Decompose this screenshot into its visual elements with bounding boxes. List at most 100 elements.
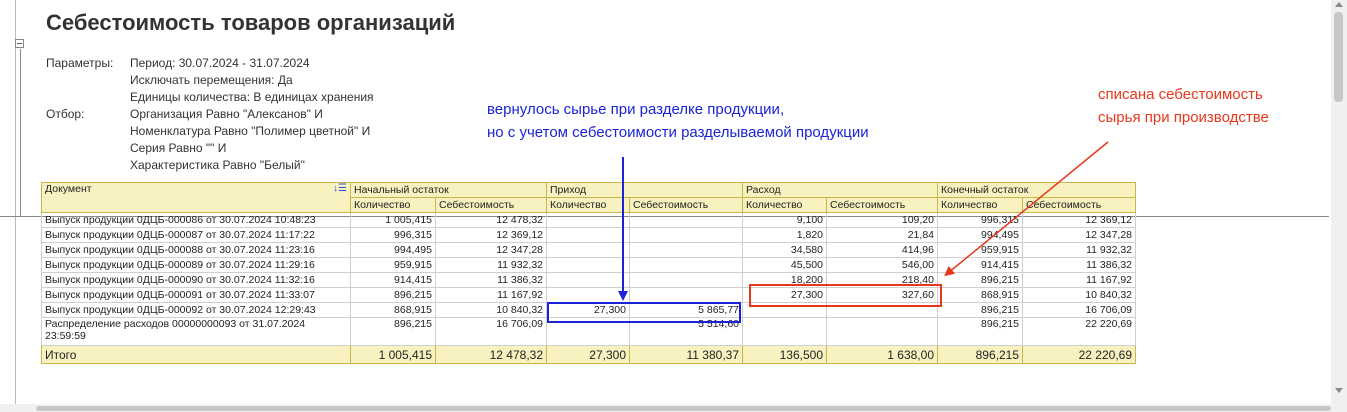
row-document[interactable]: Распределение расходов 00000000093 от 31… <box>41 317 351 346</box>
cell-open-qty: 1 005,415 <box>350 212 436 228</box>
row-document-line-1: Распределение расходов 00000000093 от 31… <box>45 318 306 331</box>
cell-open-qty: 896,215 <box>350 317 436 346</box>
horizontal-scroll-thumb[interactable] <box>36 406 1331 411</box>
filter-series: Серия Равно "" И <box>130 141 227 155</box>
subheader-cost: Себестоимость <box>629 197 743 213</box>
row-document[interactable]: Выпуск продукции 0ДЦБ-000086 от 30.07.20… <box>41 212 351 228</box>
subheader-cost: Себестоимость <box>435 197 547 213</box>
group-bracket-line <box>20 49 21 217</box>
subheader-cost: Себестоимость <box>826 197 938 213</box>
cell-open-cost: 12 347,28 <box>435 242 547 258</box>
cell-open-cost: 16 706,09 <box>435 317 547 346</box>
row-document[interactable]: Выпуск продукции 0ДЦБ-000088 от 30.07.20… <box>41 242 351 258</box>
cell-close-cost: 16 706,09 <box>1021 302 1137 318</box>
total-close-cost: 22 220,69 <box>1021 345 1137 364</box>
cell-close-cost: 11 932,32 <box>1021 242 1137 258</box>
row-document[interactable]: Выпуск продукции 0ДЦБ-000092 от 30.07.20… <box>41 302 351 318</box>
total-in-qty: 27,300 <box>546 345 630 364</box>
params-label: Параметры: <box>46 56 114 70</box>
total-label: Итого <box>41 345 351 364</box>
cell-close-cost: 11 167,92 <box>1021 272 1137 288</box>
cell-in-cost <box>629 212 743 228</box>
cell-out-cost <box>826 317 938 346</box>
total-close-qty: 896,215 <box>937 345 1023 364</box>
cell-close-qty: 996,315 <box>937 212 1023 228</box>
cell-open-qty: 959,915 <box>350 257 436 273</box>
row-document[interactable]: Выпуск продукции 0ДЦБ-000090 от 30.07.20… <box>41 272 351 288</box>
cell-close-qty: 994,495 <box>937 227 1023 243</box>
cell-open-qty: 996,315 <box>350 227 436 243</box>
cell-in-qty <box>546 227 630 243</box>
subheader-qty: Количество <box>350 197 436 213</box>
cell-out-cost: 546,00 <box>826 257 938 273</box>
annotation-blue: вернулось сырье при разделке продукции, … <box>487 98 869 144</box>
cell-in-qty <box>546 257 630 273</box>
cell-close-cost: 10 840,32 <box>1021 287 1137 303</box>
row-document[interactable]: Выпуск продукции 0ДЦБ-000087 от 30.07.20… <box>41 227 351 243</box>
filter-nomenclature: Номенклатура Равно "Полимер цветной" И <box>130 124 371 138</box>
table-row[interactable]: Выпуск продукции 0ДЦБ-000090 от 30.07.20… <box>41 272 1137 288</box>
cell-out-qty: 34,580 <box>742 242 827 258</box>
highlight-box-red <box>749 284 942 307</box>
cell-in-cost <box>629 257 743 273</box>
cell-close-qty: 896,215 <box>937 317 1023 346</box>
cell-close-qty: 868,915 <box>937 287 1023 303</box>
cell-open-cost: 11 386,32 <box>435 272 547 288</box>
cell-open-cost: 12 369,12 <box>435 227 547 243</box>
cell-in-cost <box>629 227 743 243</box>
cell-open-qty: 994,495 <box>350 242 436 258</box>
annotation-red-line-2: сырья при производстве <box>1098 109 1269 126</box>
sort-icon[interactable]: ↓☰ <box>333 184 347 195</box>
cell-close-qty: 896,215 <box>937 272 1023 288</box>
cell-in-qty <box>546 212 630 228</box>
cell-open-cost: 12 478,32 <box>435 212 547 228</box>
cell-open-qty: 896,215 <box>350 287 436 303</box>
header-document[interactable]: Документ ↓☰ <box>41 182 351 213</box>
params-values: Период: 30.07.2024 - 31.07.2024 Исключат… <box>130 55 374 174</box>
page-left-border <box>15 0 16 412</box>
total-open-qty: 1 005,415 <box>350 345 436 364</box>
cell-out-qty <box>742 317 827 346</box>
scroll-down-arrow-icon[interactable] <box>1335 388 1343 393</box>
table-row[interactable]: Выпуск продукции 0ДЦБ-000089 от 30.07.20… <box>41 257 1137 273</box>
cell-in-cost <box>629 272 743 288</box>
header-receipt: Приход <box>546 182 743 198</box>
row-document[interactable]: Выпуск продукции 0ДЦБ-000089 от 30.07.20… <box>41 257 351 273</box>
cell-in-cost <box>629 242 743 258</box>
cell-out-cost: 414,96 <box>826 242 938 258</box>
cell-out-cost: 21,84 <box>826 227 938 243</box>
vertical-scroll-thumb[interactable] <box>1334 12 1343 102</box>
total-open-cost: 12 478,32 <box>435 345 547 364</box>
collapse-group-toggle[interactable] <box>15 39 24 48</box>
header-opening-balance: Начальный остаток <box>350 182 547 198</box>
param-exclude-moves: Исключать перемещения: Да <box>130 73 293 87</box>
subheader-cost: Себестоимость <box>1021 197 1137 213</box>
param-units: Единицы количества: В единицах хранения <box>130 90 374 104</box>
table-row[interactable]: Выпуск продукции 0ДЦБ-000087 от 30.07.20… <box>41 227 1137 243</box>
cost-report-table: Документ ↓☰ Начальный остаток Приход Рас… <box>41 182 1137 364</box>
cell-out-qty: 45,500 <box>742 257 827 273</box>
total-out-qty: 136,500 <box>742 345 827 364</box>
row-document[interactable]: Выпуск продукции 0ДЦБ-000091 от 30.07.20… <box>41 287 351 303</box>
params-label-column: Параметры: Отбор: <box>46 55 113 123</box>
cell-open-cost: 11 932,32 <box>435 257 547 273</box>
cell-close-qty: 914,415 <box>937 257 1023 273</box>
subheader-qty: Количество <box>937 197 1023 213</box>
cell-in-qty <box>546 242 630 258</box>
subheader-qty: Количество <box>742 197 827 213</box>
cell-close-qty: 896,215 <box>937 302 1023 318</box>
table-row[interactable]: Выпуск продукции 0ДЦБ-000088 от 30.07.20… <box>41 242 1137 258</box>
cell-close-cost: 12 347,28 <box>1021 227 1137 243</box>
cell-out-qty: 1,820 <box>742 227 827 243</box>
table-row[interactable]: Выпуск продукции 0ДЦБ-000086 от 30.07.20… <box>41 212 1137 228</box>
header-row: Документ ↓☰ Начальный остаток Приход Рас… <box>41 182 1137 213</box>
cell-close-cost: 11 386,32 <box>1021 257 1137 273</box>
annotation-red-line-1: списана себестоимость <box>1098 86 1263 103</box>
filter-organization: Организация Равно "Алексанов" И <box>130 107 323 121</box>
total-in-cost: 11 380,37 <box>629 345 743 364</box>
cell-out-qty: 9,100 <box>742 212 827 228</box>
table-row[interactable]: Выпуск продукции 0ДЦБ-000091 от 30.07.20… <box>41 287 1137 303</box>
filter-label: Отбор: <box>46 107 85 121</box>
cell-close-cost: 22 220,69 <box>1021 317 1137 346</box>
scroll-up-arrow-icon[interactable] <box>1335 2 1343 7</box>
